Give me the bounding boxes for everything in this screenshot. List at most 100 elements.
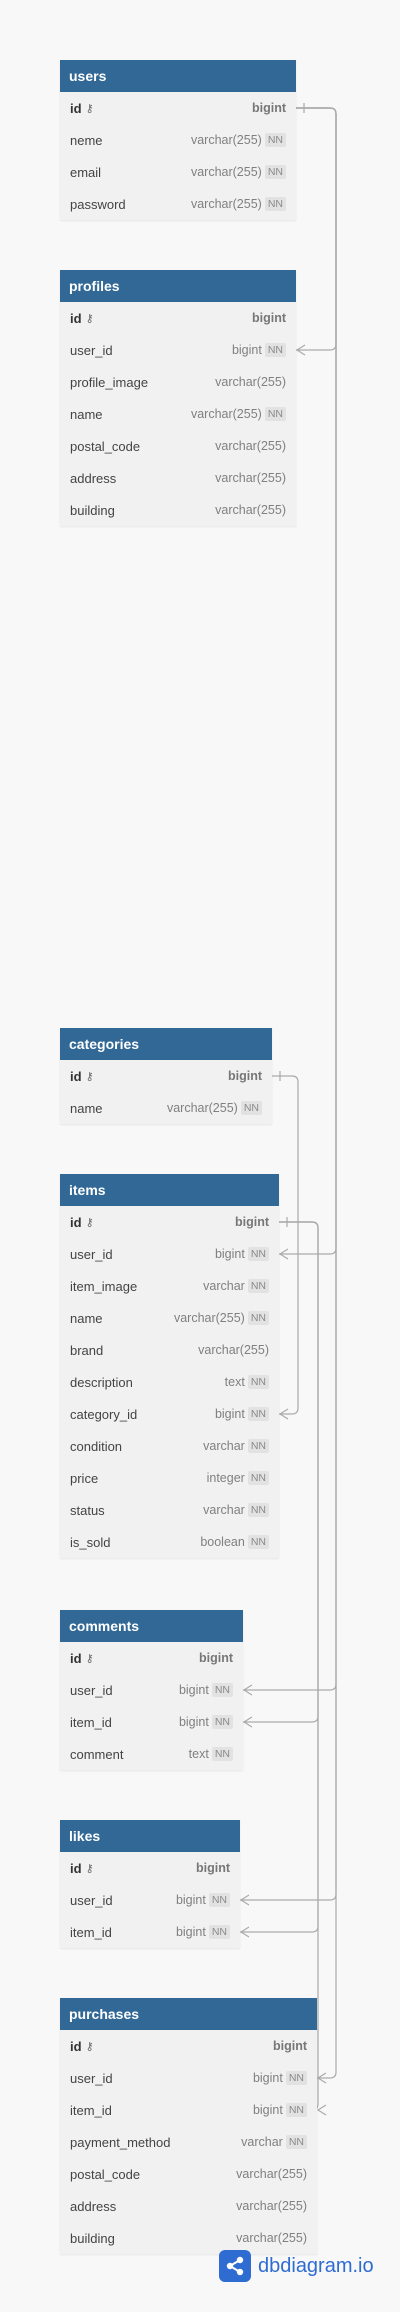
field-row[interactable]: description text NN [60, 1366, 279, 1398]
field-row[interactable]: address varchar(255) [60, 2190, 317, 2222]
field-row[interactable]: price integer NN [60, 1462, 279, 1494]
field-row[interactable]: id ⚷ bigint [60, 1206, 279, 1238]
field-row[interactable]: brand varchar(255) [60, 1334, 279, 1366]
not-null-badge: NN [247, 1279, 269, 1293]
not-null-badge: NN [264, 133, 286, 147]
field-row[interactable]: name varchar(255) NN [60, 1302, 279, 1334]
field-name: name [70, 1310, 103, 1326]
field-name: id [70, 1214, 82, 1230]
field-type: bigint [178, 1715, 209, 1729]
field-name: name [70, 406, 103, 422]
field-type: bigint [227, 1069, 262, 1083]
field-row[interactable]: payment_method varchar NN [60, 2126, 317, 2158]
field-row[interactable]: building varchar(255) [60, 494, 296, 526]
field-row[interactable]: id ⚷ bigint [60, 1852, 240, 1884]
field-type: varchar(255) [236, 2231, 307, 2245]
field-type: bigint [251, 101, 286, 115]
field-row[interactable]: item_id bigint NN [60, 2094, 317, 2126]
field-row[interactable]: user_id bigint NN [60, 1238, 279, 1270]
field-type: bigint [252, 2071, 283, 2085]
not-null-badge: NN [208, 1925, 230, 1939]
table-header[interactable]: purchases [60, 1998, 317, 2030]
table-categories[interactable]: categories id ⚷ bigint name varchar(255) NN [60, 1028, 272, 1124]
table-profiles[interactable]: profiles id ⚷ bigint user_id bigint NN profile_… [60, 270, 296, 526]
field-row[interactable]: email varchar(255) NN [60, 156, 296, 188]
table-header[interactable]: likes [60, 1820, 240, 1852]
field-row[interactable]: item_image varchar NN [60, 1270, 279, 1302]
not-null-badge: NN [211, 1683, 233, 1697]
field-row[interactable]: user_id bigint NN [60, 1884, 240, 1916]
key-icon: ⚷ [85, 1652, 94, 1665]
field-row[interactable]: address varchar(255) [60, 462, 296, 494]
not-null-badge: NN [247, 1471, 269, 1485]
field-name: user_id [70, 342, 113, 358]
table-purchases[interactable]: purchases id ⚷ bigint user_id bigint NN item_id… [60, 1998, 317, 2254]
field-row[interactable]: postal_code varchar(255) [60, 430, 296, 462]
field-row[interactable]: user_id bigint NN [60, 1674, 243, 1706]
dbdiagram-branding[interactable]: dbdiagram.io [219, 2250, 374, 2282]
table-comments[interactable]: comments id ⚷ bigint user_id bigint NN item_id b… [60, 1610, 243, 1770]
field-row[interactable]: user_id bigint NN [60, 2062, 317, 2094]
many-marker [239, 1926, 250, 1938]
field-name: user_id [70, 1892, 113, 1908]
field-type: varchar [203, 1439, 245, 1453]
field-row[interactable]: item_id bigint NN [60, 1916, 240, 1948]
table-header[interactable]: profiles [60, 270, 296, 302]
field-row[interactable]: category_id bigint NN [60, 1398, 279, 1430]
many-marker [316, 2072, 327, 2084]
field-type: bigint [198, 1651, 233, 1665]
key-icon: ⚷ [85, 1862, 94, 1875]
field-row[interactable]: name varchar(255) NN [60, 398, 296, 430]
field-row[interactable]: comment text NN [60, 1738, 243, 1770]
field-name: building [70, 502, 115, 518]
field-type: varchar(255) [236, 2199, 307, 2213]
field-row[interactable]: condition varchar NN [60, 1430, 279, 1462]
relationship-line[interactable] [296, 107, 337, 2079]
field-type: varchar(255) [166, 1101, 238, 1115]
field-type: varchar(255) [173, 1311, 245, 1325]
table-users[interactable]: users id ⚷ bigint neme varchar(255) NN email var… [60, 60, 296, 220]
field-row[interactable]: id ⚷ bigint [60, 1060, 272, 1092]
table-header[interactable]: items [60, 1174, 279, 1206]
diagram-canvas[interactable]: users id ⚷ bigint neme varchar(255) NN email var… [0, 0, 400, 2312]
field-type: bigint [252, 2103, 283, 2117]
not-null-badge: NN [264, 165, 286, 179]
field-row[interactable]: name varchar(255) NN [60, 1092, 272, 1124]
field-row[interactable]: is_sold boolean NN [60, 1526, 279, 1558]
table-header[interactable]: comments [60, 1610, 243, 1642]
not-null-badge: NN [247, 1247, 269, 1261]
relationship-line[interactable] [279, 1221, 319, 2111]
table-likes[interactable]: likes id ⚷ bigint user_id bigint NN item_id bigi… [60, 1820, 240, 1948]
not-null-badge: NN [240, 1101, 262, 1115]
field-row[interactable]: postal_code varchar(255) [60, 2158, 317, 2190]
field-name: description [70, 1374, 133, 1390]
field-row[interactable]: profile_image varchar(255) [60, 366, 296, 398]
field-name: profile_image [70, 374, 149, 390]
field-type: bigint [178, 1683, 209, 1697]
field-row[interactable]: user_id bigint NN [60, 334, 296, 366]
table-items[interactable]: items id ⚷ bigint user_id bigint NN item_image v… [60, 1174, 279, 1558]
field-type: varchar(255) [215, 375, 286, 389]
field-name: category_id [70, 1406, 138, 1422]
field-name: status [70, 1502, 105, 1518]
field-row[interactable]: password varchar(255) NN [60, 188, 296, 220]
field-row[interactable]: neme varchar(255) NN [60, 124, 296, 156]
field-name: postal_code [70, 2166, 141, 2182]
field-name: condition [70, 1438, 123, 1454]
field-row[interactable]: item_id bigint NN [60, 1706, 243, 1738]
share-logo-icon [219, 2250, 251, 2282]
brand-name: dbdiagram.io [258, 2254, 374, 2277]
table-header[interactable]: users [60, 60, 296, 92]
table-header[interactable]: categories [60, 1028, 272, 1060]
field-name: id [70, 1068, 82, 1084]
field-type: varchar(255) [215, 439, 286, 453]
relationship-line[interactable] [296, 107, 337, 351]
field-row[interactable]: id ⚷ bigint [60, 2030, 317, 2062]
field-row[interactable]: id ⚷ bigint [60, 92, 296, 124]
not-null-badge: NN [247, 1503, 269, 1517]
key-icon: ⚷ [85, 2040, 94, 2053]
field-row[interactable]: id ⚷ bigint [60, 1642, 243, 1674]
field-row[interactable]: id ⚷ bigint [60, 302, 296, 334]
field-name: user_id [70, 2070, 113, 2086]
field-row[interactable]: status varchar NN [60, 1494, 279, 1526]
